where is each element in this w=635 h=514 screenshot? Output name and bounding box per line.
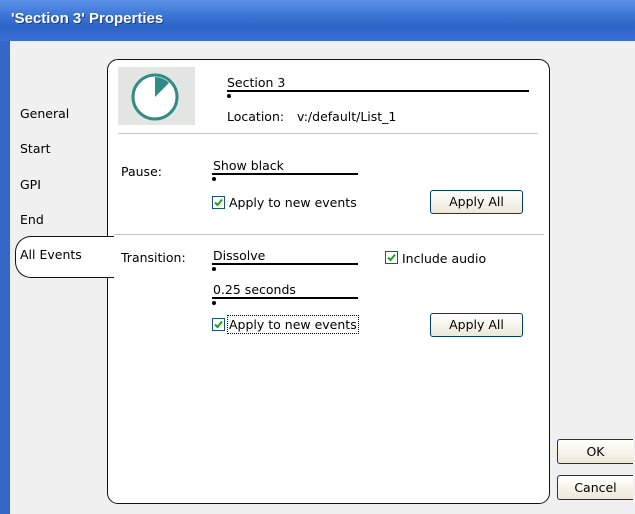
section-name-field[interactable]: Section 3: [227, 75, 285, 90]
pause-apply-all-label: Apply All: [449, 194, 504, 209]
cancel-button[interactable]: Cancel: [557, 475, 633, 500]
location-label: Location:: [227, 109, 285, 124]
tab-general[interactable]: General: [20, 106, 69, 121]
title-bar[interactable]: 'Section 3' Properties: [0, 0, 635, 41]
ok-label: OK: [586, 444, 605, 459]
transition-type-field[interactable]: Dissolve: [213, 248, 265, 263]
properties-panel: [107, 59, 550, 504]
pause-apply-new-label[interactable]: Apply to new events: [229, 195, 357, 210]
section-name-underline: [227, 90, 529, 92]
checkmark-icon: [214, 320, 223, 329]
tab-all-events-label: All Events: [20, 247, 82, 262]
transition-duration-field[interactable]: 0.25 seconds: [213, 282, 296, 297]
tab-join: [106, 237, 112, 277]
transition-apply-new-checkbox[interactable]: [212, 318, 225, 331]
checkmark-icon: [387, 253, 396, 262]
include-audio-checkbox[interactable]: [385, 251, 398, 264]
tab-end[interactable]: End: [20, 212, 44, 227]
window-title: 'Section 3' Properties: [11, 10, 164, 27]
tab-all-events[interactable]: All Events: [15, 236, 114, 278]
pause-apply-all-button[interactable]: Apply All: [430, 190, 523, 214]
location-value: v:/default/List_1: [297, 109, 397, 124]
transition-duration-marker: [212, 301, 216, 305]
transition-apply-all-button[interactable]: Apply All: [430, 313, 523, 337]
transition-label: Transition:: [121, 250, 186, 265]
window-frame-left: [0, 41, 10, 514]
section-name-marker: [227, 94, 231, 98]
tab-start[interactable]: Start: [20, 141, 51, 156]
transition-type-underline: [212, 263, 358, 265]
transition-duration-underline: [212, 297, 358, 299]
transition-apply-all-label: Apply All: [449, 317, 504, 332]
transition-type-marker: [212, 267, 216, 271]
checkmark-icon: [214, 198, 223, 207]
section-separator: [114, 234, 544, 235]
focus-rectangle: [227, 315, 359, 334]
pause-value-underline: [212, 173, 358, 175]
pause-value-field[interactable]: Show black: [213, 158, 284, 173]
pause-label: Pause:: [121, 164, 162, 179]
header-separator: [118, 133, 538, 134]
tab-gpi[interactable]: GPI: [20, 177, 41, 192]
include-audio-label[interactable]: Include audio: [402, 251, 486, 266]
section-thumbnail: [118, 67, 195, 125]
cancel-label: Cancel: [574, 480, 617, 495]
clock-pie-icon: [131, 73, 179, 121]
pause-apply-new-checkbox[interactable]: [212, 196, 225, 209]
ok-button[interactable]: OK: [557, 439, 633, 464]
pause-value-marker: [212, 177, 216, 181]
